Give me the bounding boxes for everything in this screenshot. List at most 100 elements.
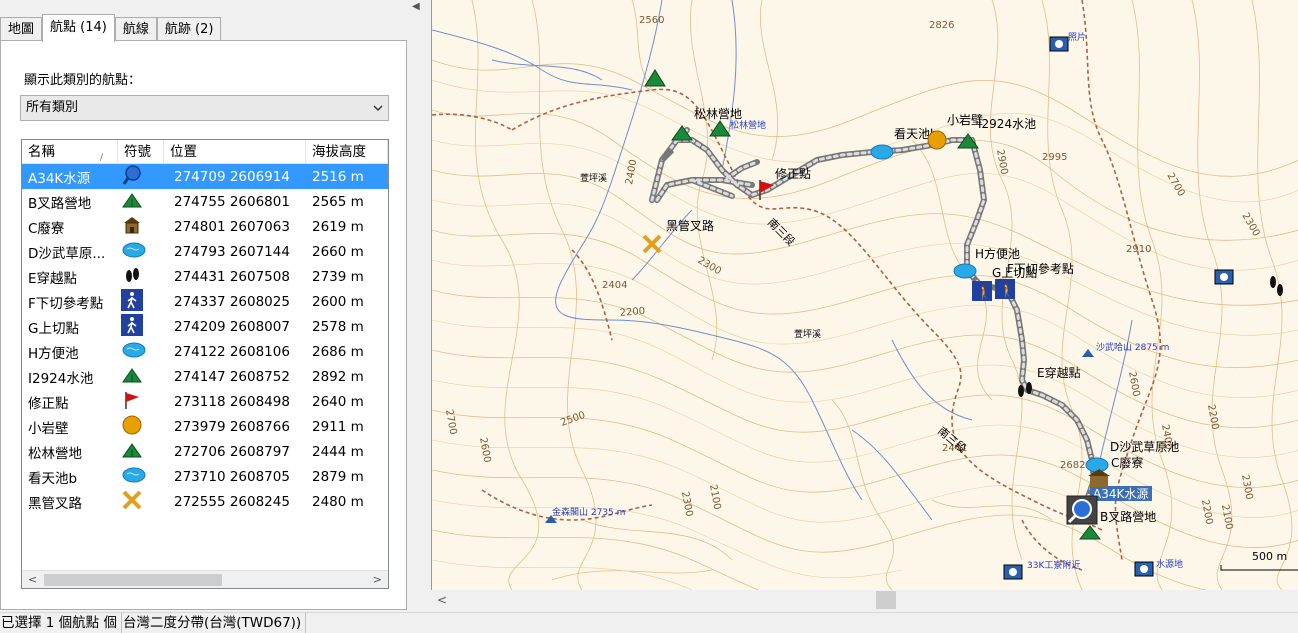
tent-icon (121, 364, 143, 390)
waypoint-name: A34K水源 (28, 170, 91, 187)
map-label-river2: 萱坪溪 (794, 328, 821, 340)
waypoint-position: 274147 2608752 (174, 368, 290, 385)
waypoint-altitude: 2444 m (312, 443, 364, 460)
category-select[interactable]: 所有類別 (20, 95, 389, 121)
hiker-icon (121, 288, 143, 315)
map-label-awater: A34K水源 (1093, 487, 1148, 501)
contour-label: 2910 (1126, 244, 1151, 255)
contour-label: 2995 (1042, 152, 1067, 163)
pond-icon (121, 239, 147, 265)
map-label-heiguan: 黑管叉路 (666, 218, 714, 233)
table-row[interactable]: 松林營地 272706 2608797 2444 m (22, 439, 388, 464)
waypoint-altitude: 2619 m (312, 218, 364, 235)
table-row[interactable]: D沙武草原... 274793 2607144 2660 m (22, 239, 388, 264)
waypoint-symbol (118, 364, 164, 390)
camera-icon[interactable] (1214, 269, 1234, 285)
waypoint-position: 273979 2608766 (174, 418, 290, 435)
waypoint-symbol (118, 189, 164, 215)
pond-icon[interactable] (953, 263, 977, 279)
scrollbar-thumb[interactable] (876, 591, 896, 609)
table-row[interactable]: I2924水池 274147 2608752 2892 m (22, 364, 388, 389)
table-row[interactable]: E穿越點 274431 2607508 2739 m (22, 264, 388, 289)
column-header-position[interactable]: 位置 (164, 140, 306, 164)
hiker-icon (121, 313, 143, 340)
camera-icon[interactable] (1003, 564, 1023, 580)
waypoint-name: 松林營地 (28, 445, 82, 462)
camera-icon[interactable] (1049, 36, 1069, 52)
contour-label: 2682 (1060, 460, 1085, 471)
column-header-symbol[interactable]: 符號 (118, 140, 164, 164)
table-row[interactable]: H方便池 274122 2608106 2686 m (22, 339, 388, 364)
map-label-i2924: I2924水池 (978, 117, 1036, 131)
list-rows: A34K水源 274709 2606914 2516 m B叉路營地 274755 26… (22, 164, 388, 514)
waypoint-altitude: 2600 m (312, 293, 364, 310)
waypoint-symbol (118, 288, 164, 315)
table-row[interactable]: B叉路營地 274755 2606801 2565 m (22, 189, 388, 214)
table-row[interactable]: 小岩壁 273979 2608766 2911 m (22, 414, 388, 439)
tent-icon (121, 439, 143, 465)
panel-splitter[interactable]: ◀ (408, 0, 430, 612)
waypoint-name: 修正點 (28, 395, 69, 412)
waypoint-altitude: 2879 m (312, 468, 364, 485)
pin-icon[interactable] (1066, 495, 1098, 525)
map-label-dpond: D沙武草原池 (1110, 440, 1179, 454)
map-canvas[interactable]: 2560 2826 2400 2300 2404 2200 2500 2600 … (432, 0, 1298, 590)
hiker-icon[interactable]: 🚶 (972, 281, 992, 301)
waypoint-symbol (118, 489, 164, 515)
table-row[interactable]: A34K水源 274709 2606914 2516 m (22, 164, 388, 189)
waypoint-name: H方便池 (28, 345, 79, 362)
waypoint-symbol (118, 264, 164, 290)
table-row[interactable]: 看天池b 273710 2608705 2879 m (22, 464, 388, 489)
waypoint-name: 黑管叉路 (28, 495, 82, 512)
circle-icon[interactable] (927, 130, 947, 150)
map-horizontal-scrollbar[interactable]: < (431, 590, 1298, 610)
map-label-hpond: H方便池 (975, 246, 1020, 261)
hiker-icon[interactable]: 🚶 (995, 279, 1015, 299)
waypoint-position: 274337 2608025 (174, 293, 290, 310)
waypoint-name: I2924水池 (28, 370, 94, 387)
table-row[interactable]: G上切點 274209 2608007 2578 m (22, 313, 388, 340)
map-view[interactable]: 2560 2826 2400 2300 2404 2200 2500 2600 … (431, 0, 1298, 590)
waypoint-name: F下切參考點 (28, 295, 104, 312)
pond-icon[interactable] (870, 144, 894, 160)
waypoint-name: C廢寮 (28, 220, 65, 237)
waypoint-panel: 地圖 航點 (14) 航線 航跡 (2) 顯示此類別的航點： 所有類別 名稱 / … (0, 0, 408, 612)
contour-label: 2404 (602, 280, 627, 291)
pin-icon (121, 164, 143, 190)
waypoint-name: G上切點 (28, 320, 79, 337)
scroll-left-icon[interactable]: < (437, 593, 447, 607)
contour-label: 2560 (639, 15, 664, 26)
pond-icon[interactable] (1085, 457, 1109, 473)
column-header-altitude[interactable]: 海拔高度 (306, 140, 388, 164)
circle-icon (121, 414, 143, 440)
waypoint-altitude: 2911 m (312, 418, 364, 435)
scroll-left-icon[interactable]: < (28, 573, 37, 586)
tab-waypoints[interactable]: 航點 (14) (42, 14, 115, 42)
column-header-name[interactable]: 名稱 / (22, 140, 118, 164)
waypoint-altitude: 2686 m (312, 343, 364, 360)
waypoint-list[interactable]: 名稱 / 符號 位置 海拔高度 A34K水源 274709 2606914 2516 … (21, 139, 389, 589)
list-horizontal-scrollbar[interactable]: < > (22, 570, 388, 588)
waypoint-name: E穿越點 (28, 270, 78, 287)
waypoint-symbol (118, 389, 164, 415)
waypoint-position: 274755 2606801 (174, 193, 290, 210)
footprint-icon (121, 264, 143, 290)
table-row[interactable]: C廢寮 274801 2607063 2619 m (22, 214, 388, 239)
table-row[interactable]: F下切參考點 274337 2608025 2600 m (22, 288, 388, 315)
collapse-left-icon[interactable]: ◀ (412, 1, 420, 12)
scrollbar-thumb[interactable] (44, 574, 222, 586)
map-label-station: 33K工寮附近 (1027, 559, 1080, 571)
map-label-songlin: 松林營地 (694, 107, 742, 121)
camera-icon[interactable] (1134, 561, 1154, 577)
table-row[interactable]: 黑管叉路 272555 2608245 2480 m (22, 489, 388, 514)
category-label: 顯示此類別的航點： (24, 73, 142, 88)
map-label-ecross: E穿越點 (1037, 365, 1081, 380)
scroll-right-icon[interactable]: > (373, 573, 382, 586)
waypoint-altitude: 2516 m (312, 168, 364, 185)
table-row[interactable]: 修正點 273118 2608498 2640 m (22, 389, 388, 414)
pond-icon (121, 464, 147, 490)
status-bar: 已選擇 1 個航點 個 台灣二度分帶(台灣(TWD67)) (0, 612, 1298, 633)
waypoint-name: B叉路營地 (28, 195, 92, 212)
contour-label: 2200 (619, 306, 645, 319)
waypoint-symbol (118, 214, 164, 240)
